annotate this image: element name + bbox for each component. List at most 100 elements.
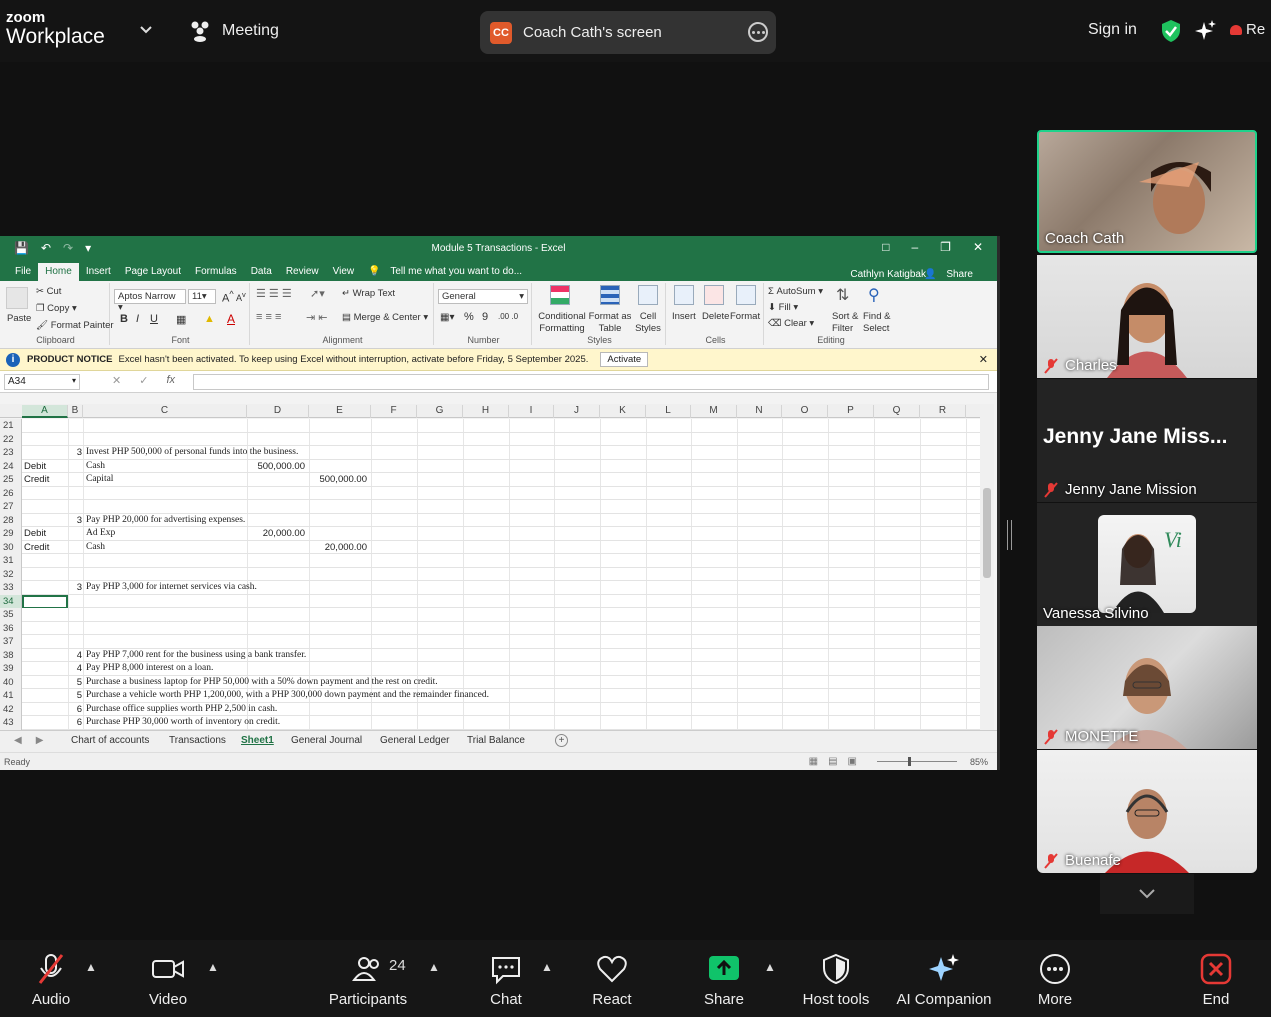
find-select-icon[interactable]: ⚲ [868,285,880,305]
row-header[interactable]: 43 [0,716,22,730]
sheet-tab-chart-of-accounts[interactable]: Chart of accounts [71,735,149,746]
cell-c[interactable]: Pay PHP 3,000 for internet services via … [86,581,257,594]
wrap-text-button[interactable]: ↵ Wrap Text [342,288,395,299]
row-header[interactable]: 23 [0,446,22,460]
column-header[interactable]: Q [874,405,920,418]
sheet-grid[interactable]: 21 22 23 3 Invest PHP 500,000 of personal fu… [0,419,980,730]
clear-button[interactable]: ⌫ Clear ▾ [768,318,814,329]
chevron-down-icon[interactable] [138,22,154,38]
table-row[interactable]: 28 3 Pay PHP 20,000 for advertising expens… [0,513,980,527]
participant-tile-monette[interactable]: MONETTE [1037,626,1257,749]
tab-file[interactable]: File [8,263,38,281]
table-row[interactable]: 27 [0,500,980,514]
row-header[interactable]: 40 [0,675,22,689]
table-row[interactable]: 24 Debit Cash 500,000.00 [0,459,980,473]
host-tools-button[interactable]: Host tools [781,952,891,1008]
cell-a[interactable]: Debit [24,527,46,540]
percent-button[interactable]: % [464,311,474,323]
row-header[interactable]: 25 [0,473,22,487]
participant-tile-jenny-jane-mission[interactable]: Jenny Jane Miss... Jenny Jane Mission [1037,379,1257,502]
page-break-view-icon[interactable]: ▣ [848,756,857,767]
table-row[interactable]: 22 [0,432,980,446]
cell-c[interactable]: Purchase a business laptop for PHP 50,00… [86,676,438,689]
tell-me-box[interactable]: 💡 Tell me what you want to do... [361,263,536,281]
add-sheet-icon[interactable]: + [555,734,568,747]
italic-button[interactable]: I [136,313,139,325]
zoom-level[interactable]: 85% [970,757,988,767]
table-row[interactable]: 37 [0,635,980,649]
tab-insert[interactable]: Insert [79,263,118,281]
tab-page-layout[interactable]: Page Layout [118,263,188,281]
sheet-tab-transactions[interactable]: Transactions [169,735,226,746]
end-meeting-button[interactable]: End [1161,952,1271,1008]
format-table-icon[interactable] [600,285,620,305]
page-layout-view-icon[interactable]: ▤ [828,756,837,767]
cell-styles-button[interactable]: Cell Styles [632,311,664,335]
tab-view[interactable]: View [326,263,362,281]
table-row[interactable]: 31 [0,554,980,568]
cell-d[interactable]: 20,000.00 [247,527,305,540]
table-row[interactable]: 21 [0,419,980,433]
row-header[interactable]: 24 [0,459,22,473]
table-row[interactable]: 36 [0,621,980,635]
table-row[interactable]: 43 6 Purchase PHP 30,000 worth of inventor… [0,716,980,730]
table-row[interactable]: 32 [0,567,980,581]
row-header[interactable]: 27 [0,500,22,514]
column-header[interactable]: D [247,405,309,418]
cell-a[interactable]: Credit [24,541,49,554]
table-row[interactable]: 42 6 Purchase office supplies worth PHP 2,… [0,702,980,716]
close-icon[interactable]: ✕ [973,240,983,254]
row-header[interactable]: 28 [0,513,22,527]
selected-cell[interactable] [22,594,68,609]
paste-button[interactable]: Paste [7,313,31,324]
format-button[interactable]: Format [730,311,760,322]
chat-options-caret[interactable]: ▲ [541,960,553,974]
sort-filter-button[interactable]: Sort & Filter [832,311,864,335]
cell-b[interactable]: 4 [68,649,82,662]
table-row[interactable]: 38 4 Pay PHP 7,000 rent for the business u… [0,648,980,662]
row-header[interactable]: 32 [0,567,22,581]
font-size-select[interactable]: 11▾ [188,289,216,304]
number-format-select[interactable]: General ▾ [438,289,528,304]
cell-c[interactable]: Cash [86,460,105,473]
column-header[interactable]: E [309,405,371,418]
column-header[interactable]: P [828,405,874,418]
participant-tile-vanessa-silvino[interactable]: Vi Vanessa Silvino [1037,503,1257,626]
audio-options-caret[interactable]: ▲ [85,960,97,974]
security-shield-icon[interactable] [1160,19,1182,43]
row-header[interactable]: 22 [0,432,22,446]
sort-filter-icon[interactable]: ⇅ [836,285,849,305]
autosum-button[interactable]: Σ AutoSum ▾ [768,286,823,297]
more-options-icon[interactable] [748,22,768,42]
cell-a[interactable]: Credit [24,473,49,486]
cell-b[interactable]: 4 [68,662,82,675]
ai-companion-button[interactable]: AI Companion [884,952,1004,1008]
insert-button[interactable]: Insert [672,311,696,322]
sheet-tab-general-ledger[interactable]: General Ledger [380,735,450,746]
tab-review[interactable]: Review [279,263,326,281]
underline-button[interactable]: U [150,313,158,325]
row-header[interactable]: 31 [0,554,22,568]
table-row[interactable]: 41 5 Purchase a vehicle worth PHP 1,200,00… [0,689,980,703]
cell-c[interactable]: Pay PHP 7,000 rent for the business usin… [86,649,306,662]
bold-button[interactable]: B [120,313,128,325]
insert-function-icon[interactable]: fx [166,374,175,387]
row-header[interactable]: 36 [0,621,22,635]
participant-tile-coach-cath[interactable]: Coach Cath [1037,130,1257,253]
conditional-formatting-icon[interactable] [550,285,570,305]
row-header[interactable]: 26 [0,486,22,500]
enter-icon[interactable]: ✓ [139,374,148,387]
insert-cells-icon[interactable] [674,285,694,305]
sheet-tab-trial-balance[interactable]: Trial Balance [467,735,525,746]
column-header[interactable]: J [554,405,600,418]
row-header[interactable]: 34 [0,594,22,608]
shrink-font-icon[interactable]: Av [236,290,246,303]
resize-divider-handle[interactable] [1007,520,1012,550]
scroll-thumb[interactable] [983,488,991,578]
cut-button[interactable]: ✂ Cut [36,286,61,297]
next-sheet-icon[interactable]: ▶ [36,735,44,746]
row-header[interactable]: 35 [0,608,22,622]
minimize-icon[interactable]: – [911,240,918,254]
delete-button[interactable]: Delete [702,311,729,322]
orientation-icon[interactable]: ➚▾ [310,287,325,300]
